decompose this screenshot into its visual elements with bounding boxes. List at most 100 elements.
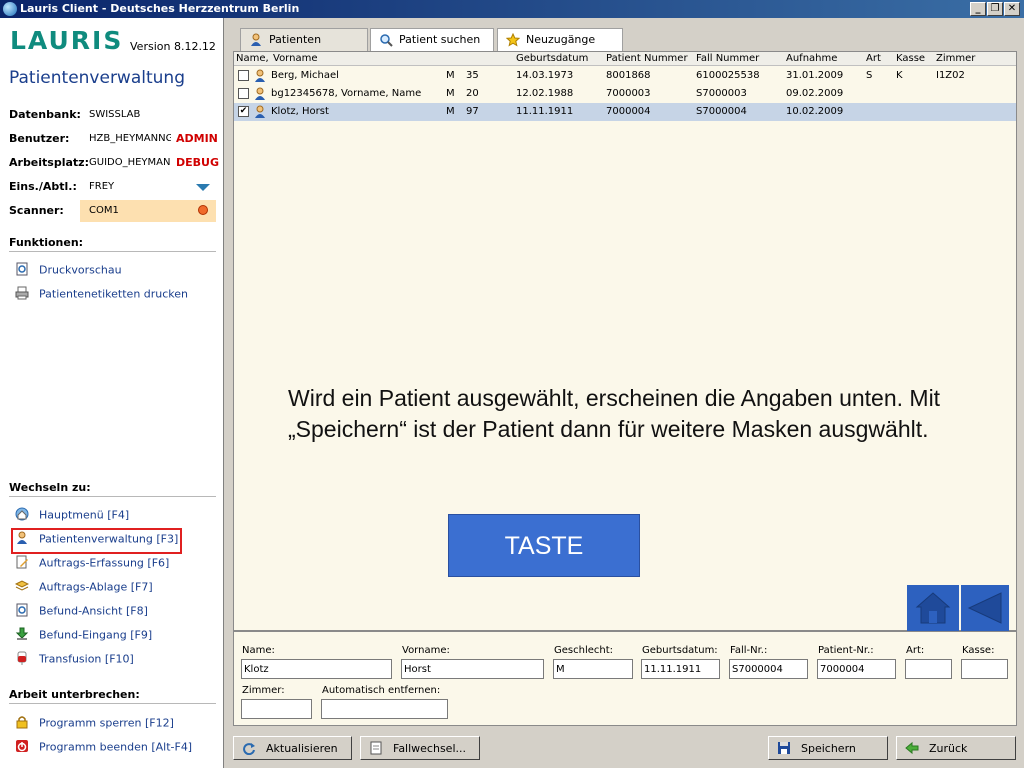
nav-label: Hauptmenü [F4] bbox=[39, 508, 130, 522]
arbeitsplatz-label: Arbeitsplatz: bbox=[9, 156, 89, 169]
benutzer-value: HZB_HEYMANNG bbox=[89, 133, 171, 144]
instruction-text: Wird ein Patient ausgewählt, erscheinen … bbox=[288, 385, 941, 442]
version-label: Version 8.12.12 bbox=[130, 40, 216, 53]
aktualisieren-button[interactable]: Aktualisieren bbox=[233, 736, 352, 760]
button-label: Aktualisieren bbox=[266, 742, 338, 755]
table-header: Name, Vorname Geburtsdatum Patient Numme… bbox=[234, 52, 1016, 66]
cell-patnr: 7000003 bbox=[606, 88, 651, 99]
zimmer-field[interactable] bbox=[241, 699, 312, 719]
tab-patient-suchen[interactable]: Patient suchen bbox=[370, 28, 494, 52]
nav-label: Befund-Ansicht [F8] bbox=[39, 604, 148, 618]
nav-label: Auftrags-Erfassung [F6] bbox=[39, 556, 170, 570]
chevron-down-icon[interactable] bbox=[196, 184, 210, 191]
table-row[interactable]: Berg, Michael M 35 14.03.1973 8001868 61… bbox=[234, 67, 1016, 85]
geschlecht-field[interactable]: M bbox=[553, 659, 633, 679]
col-kasse[interactable]: Kasse bbox=[896, 53, 925, 64]
refresh-icon bbox=[243, 743, 255, 755]
patient-details: Name: Klotz Vorname: Horst Geschlecht: M… bbox=[233, 631, 1017, 726]
col-name[interactable]: Name, bbox=[236, 53, 269, 64]
admin-badge: ADMIN bbox=[176, 132, 218, 145]
auto-entfernen-field[interactable] bbox=[321, 699, 448, 719]
patientnr-field[interactable]: 7000004 bbox=[817, 659, 896, 679]
row-checkbox-checked[interactable]: ✔ bbox=[238, 106, 249, 117]
nav-programm-sperren[interactable]: Programm sperren [F12] bbox=[15, 716, 174, 734]
button-label: Speichern bbox=[801, 742, 856, 755]
col-zimmer[interactable]: Zimmer bbox=[936, 53, 975, 64]
nav-label: Druckvorschau bbox=[39, 263, 122, 277]
vorname-field[interactable]: Horst bbox=[401, 659, 544, 679]
restore-button[interactable]: ❐ bbox=[987, 2, 1003, 16]
tab-patienten[interactable]: Patienten bbox=[240, 28, 368, 52]
nav-auftrags-erfassung[interactable]: Auftrags-Erfassung [F6] bbox=[15, 555, 170, 574]
kasse-label: Kasse: bbox=[962, 645, 995, 656]
back-button[interactable] bbox=[961, 585, 1009, 631]
debug-badge: DEBUG bbox=[176, 156, 219, 169]
table-row-selected[interactable]: ✔ Klotz, Horst M 97 11.11.1911 7000004 S… bbox=[234, 103, 1016, 121]
nav-transfusion[interactable]: Transfusion [F10] bbox=[15, 651, 134, 670]
power-icon bbox=[16, 740, 28, 752]
nav-befund-eingang[interactable]: Befund-Eingang [F9] bbox=[15, 627, 152, 646]
nav-label: Transfusion [F10] bbox=[39, 652, 134, 666]
minimize-button[interactable]: _ bbox=[970, 2, 986, 16]
cell-zimmer: I1Z02 bbox=[936, 70, 965, 81]
save-disk-icon bbox=[778, 742, 790, 754]
fallwechsel-button[interactable]: Fallwechsel... bbox=[360, 736, 480, 760]
cell-patnr: 7000004 bbox=[606, 106, 651, 117]
back-arrow-icon bbox=[967, 592, 1002, 624]
vorname-label: Vorname: bbox=[402, 645, 450, 656]
cell-name: Klotz, Horst bbox=[271, 106, 329, 117]
nav-programm-beenden[interactable]: Programm beenden [Alt-F4] bbox=[15, 740, 192, 758]
title-bar: Lauris Client - Deutsches Herzzentrum Be… bbox=[0, 0, 1024, 18]
cell-patnr: 8001868 bbox=[606, 70, 651, 81]
app-globe-icon bbox=[3, 2, 17, 16]
einsabtl-select[interactable]: FREY bbox=[89, 181, 114, 192]
art-field[interactable] bbox=[905, 659, 952, 679]
scanner-value: COM1 bbox=[89, 205, 119, 216]
nav-patientenetiketten[interactable]: Patientenetiketten drucken bbox=[15, 286, 189, 305]
row-checkbox[interactable] bbox=[238, 88, 249, 99]
home-button[interactable] bbox=[907, 585, 959, 631]
kasse-field[interactable] bbox=[961, 659, 1008, 679]
col-aufnahme[interactable]: Aufnahme bbox=[786, 53, 837, 64]
col-art[interactable]: Art bbox=[866, 53, 881, 64]
nav-label: Programm sperren [F12] bbox=[39, 716, 174, 730]
cell-sex: M bbox=[446, 88, 455, 99]
speichern-button[interactable]: Speichern bbox=[768, 736, 888, 760]
col-geburtsdatum[interactable]: Geburtsdatum bbox=[516, 53, 588, 64]
col-vorname[interactable]: Vorname bbox=[273, 53, 317, 64]
cell-fallnr: 6100025538 bbox=[696, 70, 760, 81]
tab-neuzugaenge[interactable]: Neuzugänge bbox=[497, 28, 623, 52]
taste-button[interactable]: TASTE bbox=[448, 514, 640, 577]
arbeitsplatz-value: GUIDO_HEYMAN bbox=[89, 157, 171, 168]
nav-druckvorschau[interactable]: Druckvorschau bbox=[15, 262, 122, 281]
sidebar: LAURIS Version 8.12.12 Patientenverwaltu… bbox=[0, 18, 224, 768]
edit-order-icon bbox=[16, 555, 28, 569]
nav-auftrags-ablage[interactable]: Auftrags-Ablage [F7] bbox=[15, 580, 153, 598]
geburtsdatum-label: Geburtsdatum: bbox=[642, 645, 718, 656]
nav-hauptmenue[interactable]: Hauptmenü [F4] bbox=[15, 507, 130, 526]
cell-fallnr: S7000003 bbox=[696, 88, 747, 99]
art-label: Art: bbox=[906, 645, 925, 656]
zurueck-button[interactable]: Zurück bbox=[896, 736, 1016, 760]
fallnr-field[interactable]: S7000004 bbox=[729, 659, 808, 679]
lauris-logo: LAURIS bbox=[10, 26, 124, 55]
nav-befund-ansicht[interactable]: Befund-Ansicht [F8] bbox=[15, 603, 148, 622]
button-label: Zurück bbox=[929, 742, 968, 755]
nav-patientenverwaltung[interactable]: Patientenverwaltung [F3] bbox=[10, 528, 183, 554]
cell-name: bg12345678, Vorname, Name bbox=[271, 88, 422, 99]
col-fall-nummer[interactable]: Fall Nummer bbox=[696, 53, 759, 64]
geburtsdatum-field[interactable]: 11.11.1911 bbox=[641, 659, 720, 679]
nav-label: Patientenetiketten drucken bbox=[39, 287, 189, 301]
col-patient-nummer[interactable]: Patient Nummer bbox=[606, 53, 688, 64]
table-row[interactable]: bg12345678, Vorname, Name M 20 12.02.198… bbox=[234, 85, 1016, 103]
row-checkbox[interactable] bbox=[238, 70, 249, 81]
close-button[interactable]: ✕ bbox=[1004, 2, 1020, 16]
datenbank-value: SWISSLAB bbox=[89, 109, 141, 120]
benutzer-label: Benutzer: bbox=[9, 132, 70, 145]
patient-icon bbox=[255, 69, 265, 82]
divider bbox=[9, 496, 216, 497]
name-field[interactable]: Klotz bbox=[241, 659, 392, 679]
cell-age: 97 bbox=[466, 106, 479, 117]
cell-age: 35 bbox=[466, 70, 479, 81]
patient-icon bbox=[251, 33, 261, 46]
